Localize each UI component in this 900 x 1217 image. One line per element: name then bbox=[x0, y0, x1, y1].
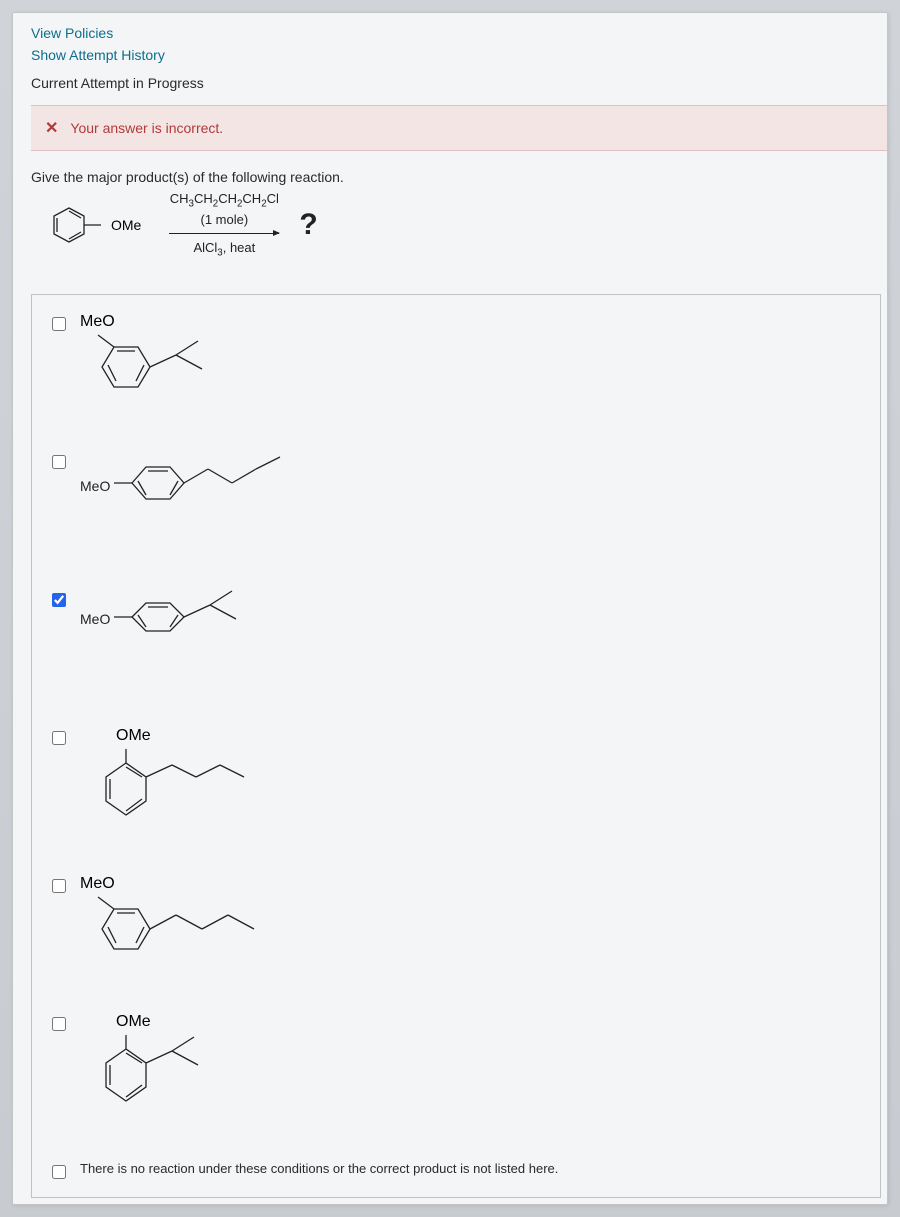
option-5-label: MeO bbox=[80, 875, 115, 893]
option-4-label: OMe bbox=[116, 727, 151, 745]
option-4[interactable]: OMe bbox=[52, 727, 860, 847]
reagent-mid: (1 mole) bbox=[201, 212, 249, 227]
reagent-bottom: AlCl3, heat bbox=[193, 240, 255, 259]
option-1[interactable]: MeO bbox=[52, 313, 860, 423]
reaction-arrow-icon bbox=[169, 233, 279, 234]
reagent-column: CH3CH2CH2CH2Cl (1 mole) AlCl3, heat bbox=[169, 191, 279, 258]
attempt-status: Current Attempt in Progress bbox=[13, 75, 887, 105]
option-6-structure: OMe bbox=[80, 1013, 280, 1133]
option-3[interactable]: MeO bbox=[52, 589, 860, 699]
question-page: View Policies Show Attempt History Curre… bbox=[12, 12, 888, 1205]
option-no-reaction-checkbox[interactable] bbox=[52, 1165, 66, 1179]
header-links: View Policies Show Attempt History bbox=[13, 13, 887, 75]
option-2[interactable]: MeO bbox=[52, 451, 860, 561]
x-icon: ✕ bbox=[45, 118, 58, 138]
option-2-structure: MeO bbox=[80, 451, 342, 521]
option-2-label: MeO bbox=[80, 478, 110, 494]
view-policies-link[interactable]: View Policies bbox=[31, 25, 869, 41]
option-6[interactable]: OMe bbox=[52, 1013, 860, 1133]
option-3-checkbox[interactable] bbox=[52, 593, 66, 607]
reagent-top: CH3CH2CH2CH2Cl bbox=[170, 191, 279, 210]
incorrect-alert: ✕ Your answer is incorrect. bbox=[31, 105, 887, 151]
no-reaction-label: There is no reaction under these conditi… bbox=[80, 1161, 558, 1176]
option-6-checkbox[interactable] bbox=[52, 1017, 66, 1031]
option-4-checkbox[interactable] bbox=[52, 731, 66, 745]
starting-label: OMe bbox=[111, 217, 141, 233]
option-5[interactable]: MeO bbox=[52, 875, 860, 985]
question-prompt: Give the major product(s) of the followi… bbox=[31, 169, 869, 185]
option-3-label: MeO bbox=[80, 611, 110, 627]
option-6-label: OMe bbox=[116, 1013, 151, 1031]
question-block: Give the major product(s) of the followi… bbox=[13, 169, 887, 276]
option-1-label: MeO bbox=[80, 313, 115, 331]
option-5-checkbox[interactable] bbox=[52, 879, 66, 893]
option-5-structure: MeO bbox=[80, 875, 300, 985]
alert-text: Your answer is incorrect. bbox=[70, 120, 223, 136]
option-2-checkbox[interactable] bbox=[52, 455, 66, 469]
option-no-reaction[interactable]: There is no reaction under these conditi… bbox=[52, 1161, 860, 1179]
option-1-structure: MeO bbox=[80, 313, 280, 423]
answer-options: MeO MeO bbox=[31, 294, 881, 1198]
option-3-structure: MeO bbox=[80, 589, 322, 649]
product-question-mark: ? bbox=[299, 208, 317, 242]
option-4-structure: OMe bbox=[80, 727, 280, 847]
option-1-checkbox[interactable] bbox=[52, 317, 66, 331]
reaction-scheme: OMe CH3CH2CH2CH2Cl (1 mole) AlCl3, heat … bbox=[51, 191, 869, 258]
show-attempt-history-link[interactable]: Show Attempt History bbox=[31, 47, 869, 63]
